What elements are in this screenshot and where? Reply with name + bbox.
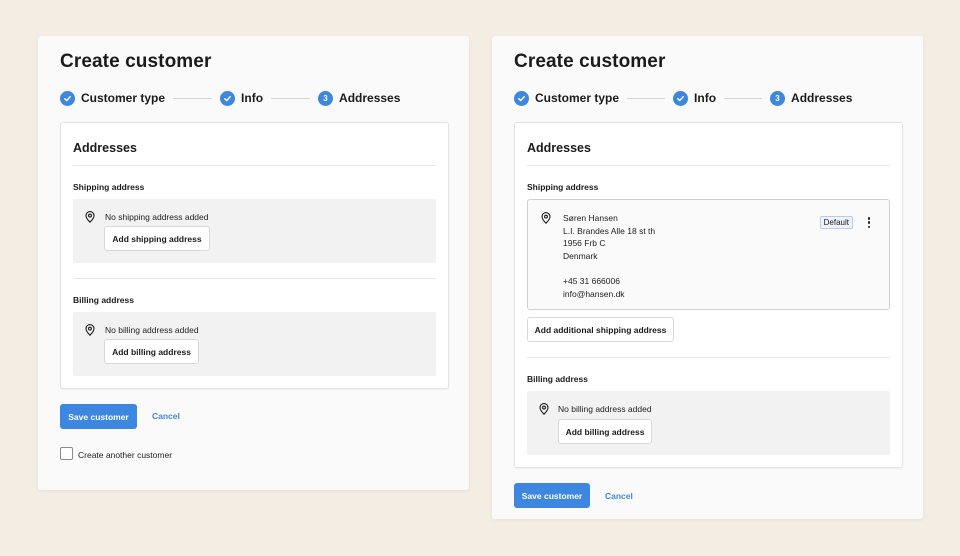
shipping-address-label: Shipping address <box>73 182 145 192</box>
step-customer-type[interactable]: Customer type <box>60 90 166 106</box>
shipping-empty-text: No shipping address added <box>105 212 209 222</box>
step-info[interactable]: Info <box>673 90 717 106</box>
billing-address-label: Billing address <box>73 295 134 305</box>
billing-address-label: Billing address <box>527 374 588 384</box>
page-title: Create customer <box>60 51 212 72</box>
divider <box>73 278 436 279</box>
billing-empty-text: No billing address added <box>105 325 199 335</box>
create-customer-panel-filled: Create customer Customer type Info 3 Add… <box>492 36 923 519</box>
check-icon <box>514 90 529 106</box>
step-connector <box>724 97 763 99</box>
step-label: Addresses <box>339 91 401 105</box>
shipping-address-label: Shipping address <box>527 182 599 192</box>
billing-empty-state: No billing address added Add billing add… <box>73 312 436 376</box>
step-connector <box>271 97 311 99</box>
default-badge: Default <box>819 216 853 229</box>
step-connector <box>627 97 666 99</box>
shipping-empty-state: No shipping address added Add shipping a… <box>73 199 436 263</box>
map-pin-icon <box>85 324 95 336</box>
divider <box>527 165 890 166</box>
step-label: Addresses <box>791 91 853 105</box>
addresses-card: Addresses Shipping address No shipping a… <box>60 122 449 389</box>
step-addresses[interactable]: 3 Addresses <box>770 90 853 106</box>
card-title: Addresses <box>73 141 137 155</box>
step-addresses[interactable]: 3 Addresses <box>318 90 401 106</box>
step-label: Customer type <box>535 91 620 105</box>
add-additional-shipping-address-button[interactable]: Add additional shipping address <box>527 317 674 342</box>
more-options-icon[interactable] <box>867 217 871 228</box>
create-another-label: Create another customer <box>78 450 173 460</box>
stepper: Customer type Info 3 Addresses <box>514 90 852 106</box>
step-label: Info <box>241 91 264 105</box>
page-title: Create customer <box>514 51 666 72</box>
addresses-card: Addresses Shipping address Søren Hansen … <box>514 122 903 468</box>
stepper: Customer type Info 3 Addresses <box>60 90 400 106</box>
map-pin-icon <box>541 212 551 224</box>
step-number: 3 <box>318 90 334 106</box>
address-phone: +45 31 666006 <box>563 276 620 286</box>
check-icon <box>673 90 689 106</box>
step-label: Info <box>694 91 717 105</box>
add-billing-address-button[interactable]: Add billing address <box>104 339 199 364</box>
create-another-checkbox[interactable] <box>60 447 73 460</box>
address-city: 1956 Frb C <box>563 238 606 248</box>
card-title: Addresses <box>527 141 591 155</box>
save-customer-button[interactable]: Save customer <box>60 404 137 429</box>
step-connector <box>173 97 213 99</box>
map-pin-icon <box>539 403 549 415</box>
divider <box>527 357 890 358</box>
map-pin-icon <box>85 211 95 223</box>
address-name: Søren Hansen <box>563 213 618 223</box>
billing-empty-state: No billing address added Add billing add… <box>527 391 890 455</box>
billing-empty-text: No billing address added <box>558 404 652 414</box>
shipping-address-item[interactable]: Søren Hansen L.I. Brandes Alle 18 st th … <box>527 199 890 310</box>
address-email: info@hansen.dk <box>563 289 625 299</box>
add-shipping-address-button[interactable]: Add shipping address <box>104 226 210 251</box>
step-label: Customer type <box>81 91 166 105</box>
add-billing-address-button[interactable]: Add billing address <box>558 419 652 444</box>
save-customer-button[interactable]: Save customer <box>514 483 590 508</box>
address-country: Denmark <box>563 251 598 261</box>
address-street: L.I. Brandes Alle 18 st th <box>563 226 656 236</box>
divider <box>73 165 436 166</box>
step-customer-type[interactable]: Customer type <box>514 90 620 106</box>
check-icon <box>60 90 75 106</box>
create-customer-panel-empty: Create customer Customer type Info 3 Add… <box>38 36 469 490</box>
step-number: 3 <box>770 90 786 106</box>
cancel-button[interactable]: Cancel <box>152 411 180 421</box>
cancel-button[interactable]: Cancel <box>605 491 633 501</box>
step-info[interactable]: Info <box>220 90 264 106</box>
check-icon <box>220 90 236 106</box>
